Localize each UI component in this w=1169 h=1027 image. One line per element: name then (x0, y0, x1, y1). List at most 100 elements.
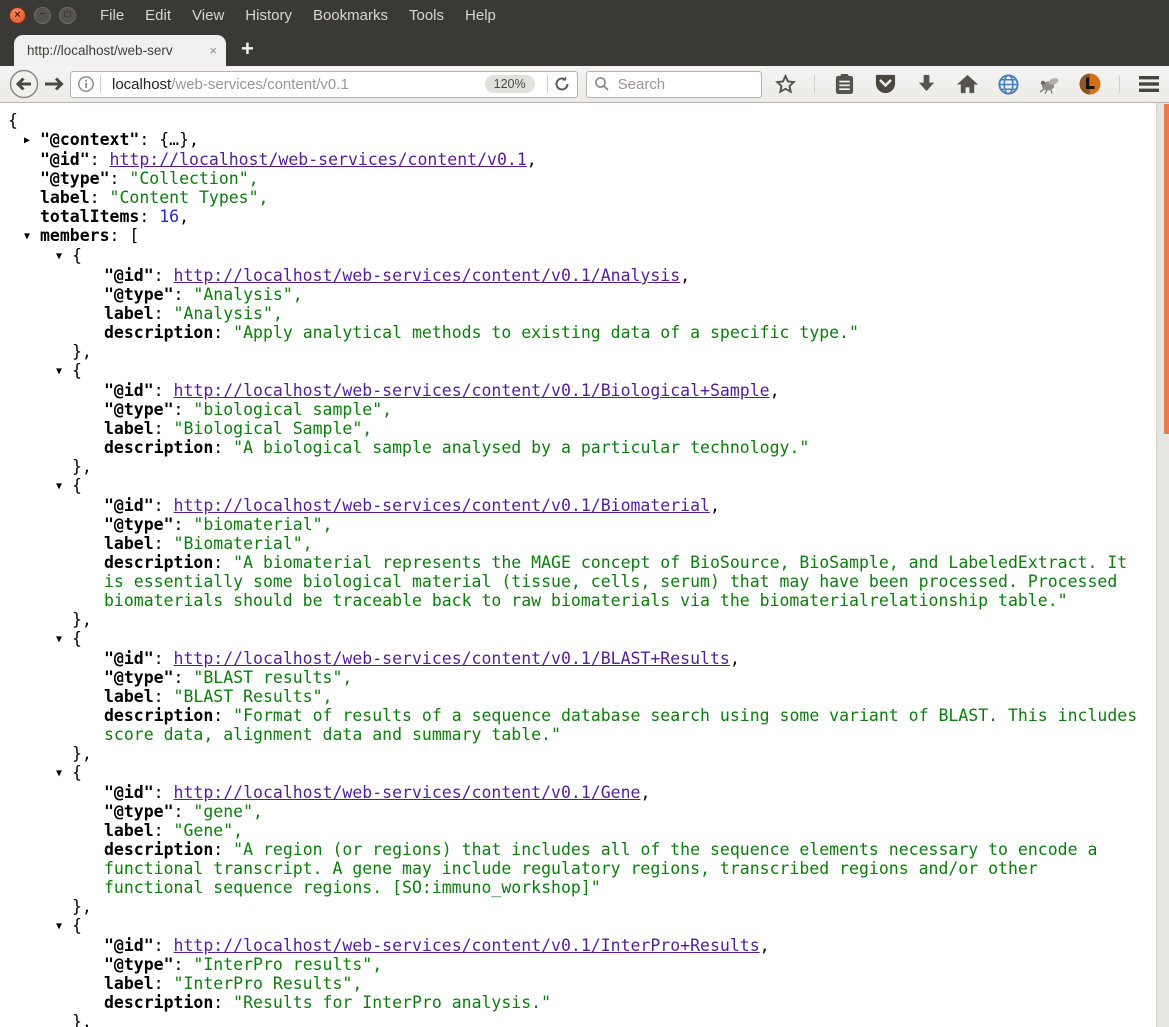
json-punctuation: : (173, 400, 194, 419)
json-punctuation: { (72, 763, 82, 782)
json-punctuation: : (213, 323, 234, 342)
json-label-row: label: "Biological Sample", (0, 419, 1144, 438)
json-punctuation: : (139, 130, 160, 149)
lightbeam-icon (1079, 73, 1101, 95)
back-arrow-icon (9, 69, 39, 99)
url-input[interactable]: localhost/web-services/content/v0.1 (112, 76, 485, 93)
json-label-row: label: "Analysis", (0, 304, 1144, 323)
json-description-row: description: "Apply analytical methods t… (0, 323, 1144, 342)
scrollbar-thumb[interactable] (1164, 104, 1169, 434)
json-key: description (104, 438, 214, 457)
collapse-open-icon[interactable]: ▼ (56, 247, 72, 266)
collapse-open-icon[interactable]: ▼ (24, 227, 40, 246)
json-id-link[interactable]: http://localhost/web-services/content/v0… (174, 783, 641, 802)
bookmark-star-button[interactable] (773, 72, 797, 96)
json-string: "Biological Sample", (173, 419, 373, 438)
collapse-closed-icon[interactable]: ▶ (24, 131, 40, 150)
menu-view[interactable]: View (192, 7, 224, 24)
json-key: "@id" (104, 266, 154, 285)
window-close-button[interactable]: × (9, 6, 26, 24)
bookmarks-menu-button[interactable] (832, 72, 856, 96)
url-path: /web-services/content/v0.1 (171, 75, 349, 93)
json-id-link[interactable]: http://localhost/web-services/content/v0… (174, 649, 730, 668)
zoom-level-badge[interactable]: 120% (484, 75, 535, 93)
collapse-open-icon[interactable]: ▼ (56, 764, 72, 783)
json-punctuation: : (153, 821, 174, 840)
menu-edit[interactable]: Edit (145, 7, 171, 24)
window-controls: × − □ (9, 6, 76, 24)
window-minimize-button[interactable]: − (34, 6, 51, 24)
globe-addon-button[interactable] (996, 72, 1020, 96)
collapse-open-icon[interactable]: ▼ (56, 630, 72, 649)
downloads-button[interactable] (914, 72, 938, 96)
json-punctuation: { (72, 476, 82, 495)
page-info-icon[interactable] (77, 75, 95, 93)
menu-help[interactable]: Help (465, 7, 496, 24)
search-bar[interactable] (585, 70, 762, 98)
json-key: "@type" (104, 285, 174, 304)
json-key: "@type" (104, 668, 174, 687)
json-string: "Content Types", (109, 188, 269, 207)
menu-history[interactable]: History (245, 7, 292, 24)
menu-tools[interactable]: Tools (409, 7, 444, 24)
tab-close-button[interactable]: × (209, 44, 217, 57)
json-member-open: ▼{ (0, 246, 1144, 266)
vertical-scrollbar[interactable] (1156, 103, 1169, 1027)
json-key: label (104, 687, 154, 706)
collapse-open-icon[interactable]: ▼ (56, 362, 72, 381)
json-key: label (104, 974, 154, 993)
json-member-close: }, (0, 457, 1144, 476)
json-punctuation: : (173, 802, 194, 821)
json-key: description (104, 706, 214, 725)
json-key: "@type" (40, 169, 110, 188)
json-key: description (104, 840, 214, 859)
json-viewer: { ▶ "@context": {…}, "@id": http://localh… (0, 103, 1156, 1027)
navigation-toolbar: localhost/web-services/content/v0.1 120% (0, 66, 1169, 103)
json-key: "@id" (104, 936, 154, 955)
window-maximize-button[interactable]: □ (59, 6, 76, 24)
home-button[interactable] (955, 72, 979, 96)
back-button[interactable] (8, 68, 40, 100)
active-tab[interactable]: http://localhost/web-serv × (14, 35, 226, 66)
pocket-button[interactable] (873, 72, 897, 96)
json-string: "Results for InterPro analysis." (233, 993, 552, 1012)
search-icon (594, 77, 609, 91)
json-id-link[interactable]: http://localhost/web-services/content/v0… (174, 381, 770, 400)
globe-icon (997, 73, 1019, 95)
url-bar[interactable]: localhost/web-services/content/v0.1 120% (70, 70, 578, 98)
search-input[interactable] (615, 74, 754, 94)
json-punctuation: { (72, 361, 82, 380)
json-string: "gene", (193, 802, 263, 821)
menu-button[interactable] (1137, 72, 1161, 96)
json-punctuation: : (153, 687, 174, 706)
json-collapsed-object[interactable]: {…}, (159, 130, 199, 149)
json-number: 16 (159, 207, 180, 226)
forward-button[interactable] (42, 72, 66, 96)
json-string: "A biomaterial represents the MAGE conce… (104, 553, 1138, 610)
json-key: "@id" (104, 381, 154, 400)
json-type-row: "@type": "Collection", (0, 169, 1144, 188)
json-string: "BLAST Results", (173, 687, 333, 706)
json-key: description (104, 553, 214, 572)
json-id-link[interactable]: http://localhost/web-services/content/v0… (110, 150, 527, 169)
json-string: "Apply analytical methods to existing da… (233, 323, 859, 342)
collapse-open-icon[interactable]: ▼ (56, 477, 72, 496)
json-punctuation: : (173, 955, 194, 974)
extension-addon-button[interactable] (1037, 72, 1061, 96)
json-id-link[interactable]: http://localhost/web-services/content/v0… (174, 496, 710, 515)
menu-file[interactable]: File (100, 7, 124, 24)
menu-bookmarks[interactable]: Bookmarks (313, 7, 388, 24)
collapse-open-icon[interactable]: ▼ (56, 917, 72, 936)
json-key: label (40, 188, 90, 207)
json-id-row: "@id": http://localhost/web-services/con… (0, 936, 1144, 955)
json-id-link[interactable]: http://localhost/web-services/content/v0… (174, 266, 681, 285)
json-id-link[interactable]: http://localhost/web-services/content/v0… (174, 936, 760, 955)
json-punctuation: [ (129, 226, 140, 245)
json-root-open: { (0, 111, 1144, 130)
new-tab-button[interactable]: + (241, 37, 254, 61)
json-label-row: label: "InterPro Results", (0, 974, 1144, 993)
lightbeam-addon-button[interactable] (1078, 72, 1102, 96)
json-label-row: label: "Biomaterial", (0, 534, 1144, 553)
reload-button[interactable] (553, 75, 571, 93)
json-punctuation: : (213, 993, 234, 1012)
